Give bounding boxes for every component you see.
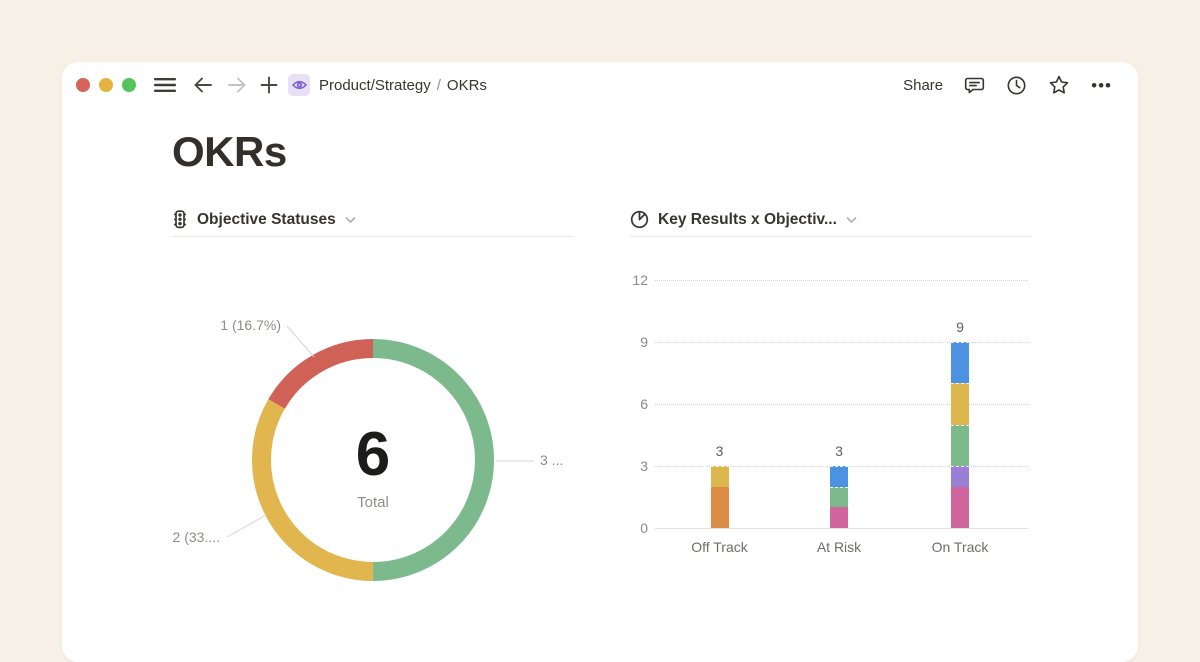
bar-segment[interactable] (951, 466, 969, 487)
back-arrow-icon[interactable] (193, 76, 213, 94)
window-controls (76, 78, 136, 92)
chevron-down-icon (846, 216, 857, 224)
y-tick-label: 12 (630, 272, 648, 288)
comments-icon[interactable] (964, 75, 985, 96)
bar-chart-title: Key Results x Objectiv... (658, 211, 837, 229)
donut-total-value: 6 (293, 423, 453, 487)
bar-segment[interactable] (951, 383, 969, 424)
top-bar: Product/Strategy / OKRs Share ••• (62, 62, 1138, 108)
page-title: OKRs (172, 128, 287, 176)
donut-chart-title: Objective Statuses (197, 211, 336, 229)
zoom-window-button[interactable] (122, 78, 136, 92)
bar-segment[interactable] (951, 342, 969, 383)
y-tick-label: 0 (630, 520, 648, 536)
page-eye-icon[interactable] (288, 74, 310, 96)
donut-center: 6 Total (293, 423, 453, 511)
bar-value-label: 3 (817, 443, 861, 459)
pie-chart-icon (630, 210, 649, 229)
y-tick-label: 3 (630, 458, 648, 474)
bar-chart-header[interactable]: Key Results x Objectiv... (630, 203, 1032, 237)
bar-category-label: At Risk (794, 539, 884, 555)
bar-segment[interactable] (951, 487, 969, 528)
bar-segment[interactable] (830, 466, 848, 487)
bar-value-label: 9 (938, 319, 982, 335)
gridline-9 (655, 342, 1028, 343)
more-options-icon[interactable]: ••• (1091, 77, 1112, 94)
breadcrumb-parent[interactable]: Product/Strategy (319, 77, 431, 94)
bar-segment[interactable] (711, 487, 729, 528)
menu-icon[interactable] (154, 77, 176, 93)
gridline-12 (655, 280, 1028, 281)
app-window: Product/Strategy / OKRs Share ••• OKRs O… (62, 62, 1138, 662)
leader-line-red (287, 326, 314, 357)
forward-arrow-icon[interactable] (227, 76, 247, 94)
breadcrumb: Product/Strategy / OKRs (319, 77, 487, 94)
new-page-plus-icon[interactable] (260, 76, 278, 94)
bar-value-label: 3 (698, 443, 742, 459)
bar-segment[interactable] (830, 507, 848, 528)
slice-label-green: 3 ... (540, 452, 563, 468)
bar-category-label: On Track (915, 539, 1005, 555)
breadcrumb-separator: / (437, 77, 441, 94)
x-axis-line (655, 528, 1028, 529)
topbar-actions: Share ••• (903, 74, 1112, 96)
gridline-6 (655, 404, 1028, 405)
close-window-button[interactable] (76, 78, 90, 92)
y-tick-label: 6 (630, 396, 648, 412)
favorite-star-icon[interactable] (1048, 74, 1070, 96)
y-tick-label: 9 (630, 334, 648, 350)
donut-chart-header[interactable]: Objective Statuses (172, 203, 573, 237)
share-button[interactable]: Share (903, 77, 943, 94)
traffic-light-icon (172, 210, 188, 229)
donut-chart: 1 (16.7%) 2 (33.... 3 ... 6 Total (172, 237, 573, 637)
chevron-down-icon (345, 216, 356, 224)
minimize-window-button[interactable] (99, 78, 113, 92)
donut-total-label: Total (293, 494, 453, 511)
slice-label-red: 1 (16.7%) (220, 317, 281, 333)
bar-segment[interactable] (711, 466, 729, 487)
bar-segment[interactable] (951, 425, 969, 466)
bar-chart-plot: 0 3 6 9 12 3 Off Track 3 At Risk 9 On Track (630, 237, 1032, 637)
bar-segment[interactable] (830, 487, 848, 508)
bar-category-label: Off Track (675, 539, 765, 555)
breadcrumb-current[interactable]: OKRs (447, 77, 487, 94)
slice-label-yellow: 2 (33.... (173, 529, 220, 545)
updates-clock-icon[interactable] (1006, 75, 1027, 96)
leader-line-yellow (227, 515, 266, 537)
